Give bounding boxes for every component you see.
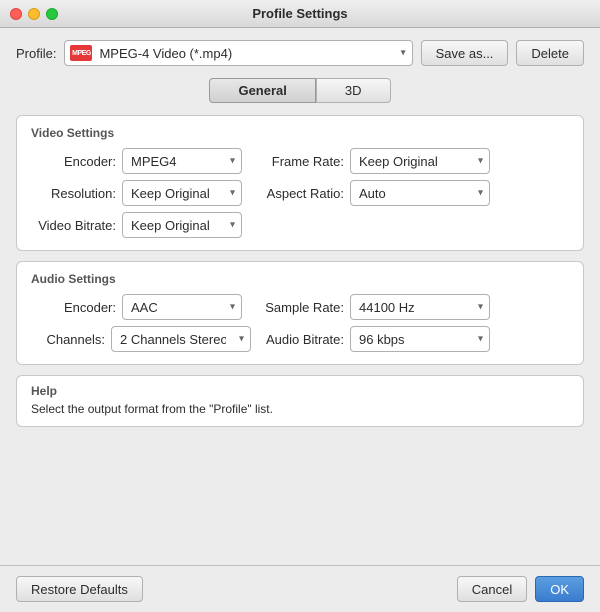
aspectratio-select[interactable]: Auto 16:9 4:3 1:1 xyxy=(350,180,490,206)
resolution-select-wrapper: Keep Original 1920x1080 1280x720 854x480 xyxy=(122,180,242,206)
audiobitrate-label: Audio Bitrate: xyxy=(259,332,344,347)
audio-encoder-select-wrapper: AAC MP3 AC3 FLAC xyxy=(122,294,242,320)
encoder-select[interactable]: MPEG4 H.264 H.265 VP9 xyxy=(122,148,242,174)
encoder-label: Encoder: xyxy=(31,154,116,169)
framerate-field: Frame Rate: Keep Original 24 fps 25 fps … xyxy=(259,148,569,174)
aspectratio-label: Aspect Ratio: xyxy=(259,186,344,201)
help-text: Select the output format from the "Profi… xyxy=(31,402,569,416)
delete-button[interactable]: Delete xyxy=(516,40,584,66)
audio-encoder-select[interactable]: AAC MP3 AC3 FLAC xyxy=(122,294,242,320)
samplerate-label: Sample Rate: xyxy=(259,300,344,315)
audio-encoder-samplerate-row: Encoder: AAC MP3 AC3 FLAC Sample Rate: 4… xyxy=(31,294,569,320)
maximize-button[interactable] xyxy=(46,8,58,20)
videobitrate-select-wrapper: Keep Original 8000 kbps 4000 kbps 2000 k… xyxy=(122,212,242,238)
mpeg-badge: MPEG xyxy=(70,45,92,61)
videobitrate-field: Video Bitrate: Keep Original 8000 kbps 4… xyxy=(31,212,251,238)
audiobitrate-select-wrapper: 96 kbps 128 kbps 192 kbps 256 kbps 320 k… xyxy=(350,326,490,352)
aspectratio-select-wrapper: Auto 16:9 4:3 1:1 xyxy=(350,180,490,206)
help-section: Help Select the output format from the "… xyxy=(16,375,584,427)
audiobitrate-select[interactable]: 96 kbps 128 kbps 192 kbps 256 kbps 320 k… xyxy=(350,326,490,352)
framerate-select-wrapper: Keep Original 24 fps 25 fps 30 fps 60 fp… xyxy=(350,148,490,174)
aspectratio-field: Aspect Ratio: Auto 16:9 4:3 1:1 xyxy=(259,180,569,206)
samplerate-field: Sample Rate: 44100 Hz 48000 Hz 22050 Hz … xyxy=(259,294,569,320)
video-settings-section: Video Settings Encoder: MPEG4 H.264 H.26… xyxy=(16,115,584,251)
channels-label: Channels: xyxy=(31,332,105,347)
resolution-label: Resolution: xyxy=(31,186,116,201)
tabs-row: General 3D xyxy=(16,78,584,103)
resolution-select[interactable]: Keep Original 1920x1080 1280x720 854x480 xyxy=(122,180,242,206)
resolution-aspectratio-row: Resolution: Keep Original 1920x1080 1280… xyxy=(31,180,569,206)
window-title: Profile Settings xyxy=(252,6,347,21)
resolution-field: Resolution: Keep Original 1920x1080 1280… xyxy=(31,180,251,206)
framerate-select[interactable]: Keep Original 24 fps 25 fps 30 fps 60 fp… xyxy=(350,148,490,174)
channels-field: Channels: 2 Channels Stereo 1 Channel Mo… xyxy=(31,326,251,352)
audio-settings-section: Audio Settings Encoder: AAC MP3 AC3 FLAC… xyxy=(16,261,584,365)
help-title: Help xyxy=(31,384,569,398)
profile-select[interactable]: MPEG-4 Video (*.mp4) AVI Video (*.avi) M… xyxy=(64,40,412,66)
audio-encoder-field: Encoder: AAC MP3 AC3 FLAC xyxy=(31,294,251,320)
bottom-bar: Restore Defaults Cancel OK xyxy=(0,565,600,612)
videobitrate-label: Video Bitrate: xyxy=(31,218,116,233)
encoder-select-wrapper: MPEG4 H.264 H.265 VP9 xyxy=(122,148,242,174)
profile-select-wrapper: MPEG MPEG-4 Video (*.mp4) AVI Video (*.a… xyxy=(64,40,412,66)
close-button[interactable] xyxy=(10,8,22,20)
channels-select[interactable]: 2 Channels Stereo 1 Channel Mono 5.1 Sur… xyxy=(111,326,251,352)
minimize-button[interactable] xyxy=(28,8,40,20)
save-as-button[interactable]: Save as... xyxy=(421,40,509,66)
audiobitrate-field: Audio Bitrate: 96 kbps 128 kbps 192 kbps… xyxy=(259,326,569,352)
tab-3d[interactable]: 3D xyxy=(316,78,391,103)
samplerate-select-wrapper: 44100 Hz 48000 Hz 22050 Hz 16000 Hz xyxy=(350,294,490,320)
main-content: Profile: MPEG MPEG-4 Video (*.mp4) AVI V… xyxy=(0,28,600,565)
video-settings-title: Video Settings xyxy=(31,126,569,140)
framerate-label: Frame Rate: xyxy=(259,154,344,169)
ok-button[interactable]: OK xyxy=(535,576,584,602)
traffic-lights xyxy=(10,8,58,20)
encoder-framerate-row: Encoder: MPEG4 H.264 H.265 VP9 Frame Rat… xyxy=(31,148,569,174)
channels-audiobitrate-row: Channels: 2 Channels Stereo 1 Channel Mo… xyxy=(31,326,569,352)
restore-defaults-button[interactable]: Restore Defaults xyxy=(16,576,143,602)
channels-select-wrapper: 2 Channels Stereo 1 Channel Mono 5.1 Sur… xyxy=(111,326,251,352)
audio-settings-title: Audio Settings xyxy=(31,272,569,286)
audio-encoder-label: Encoder: xyxy=(31,300,116,315)
profile-label: Profile: xyxy=(16,46,56,61)
tab-general[interactable]: General xyxy=(209,78,315,103)
title-bar: Profile Settings xyxy=(0,0,600,28)
videobitrate-select[interactable]: Keep Original 8000 kbps 4000 kbps 2000 k… xyxy=(122,212,242,238)
cancel-button[interactable]: Cancel xyxy=(457,576,527,602)
samplerate-select[interactable]: 44100 Hz 48000 Hz 22050 Hz 16000 Hz xyxy=(350,294,490,320)
profile-row: Profile: MPEG MPEG-4 Video (*.mp4) AVI V… xyxy=(16,40,584,66)
encoder-field: Encoder: MPEG4 H.264 H.265 VP9 xyxy=(31,148,251,174)
bottom-right-buttons: Cancel OK xyxy=(457,576,584,602)
videobitrate-row: Video Bitrate: Keep Original 8000 kbps 4… xyxy=(31,212,569,238)
